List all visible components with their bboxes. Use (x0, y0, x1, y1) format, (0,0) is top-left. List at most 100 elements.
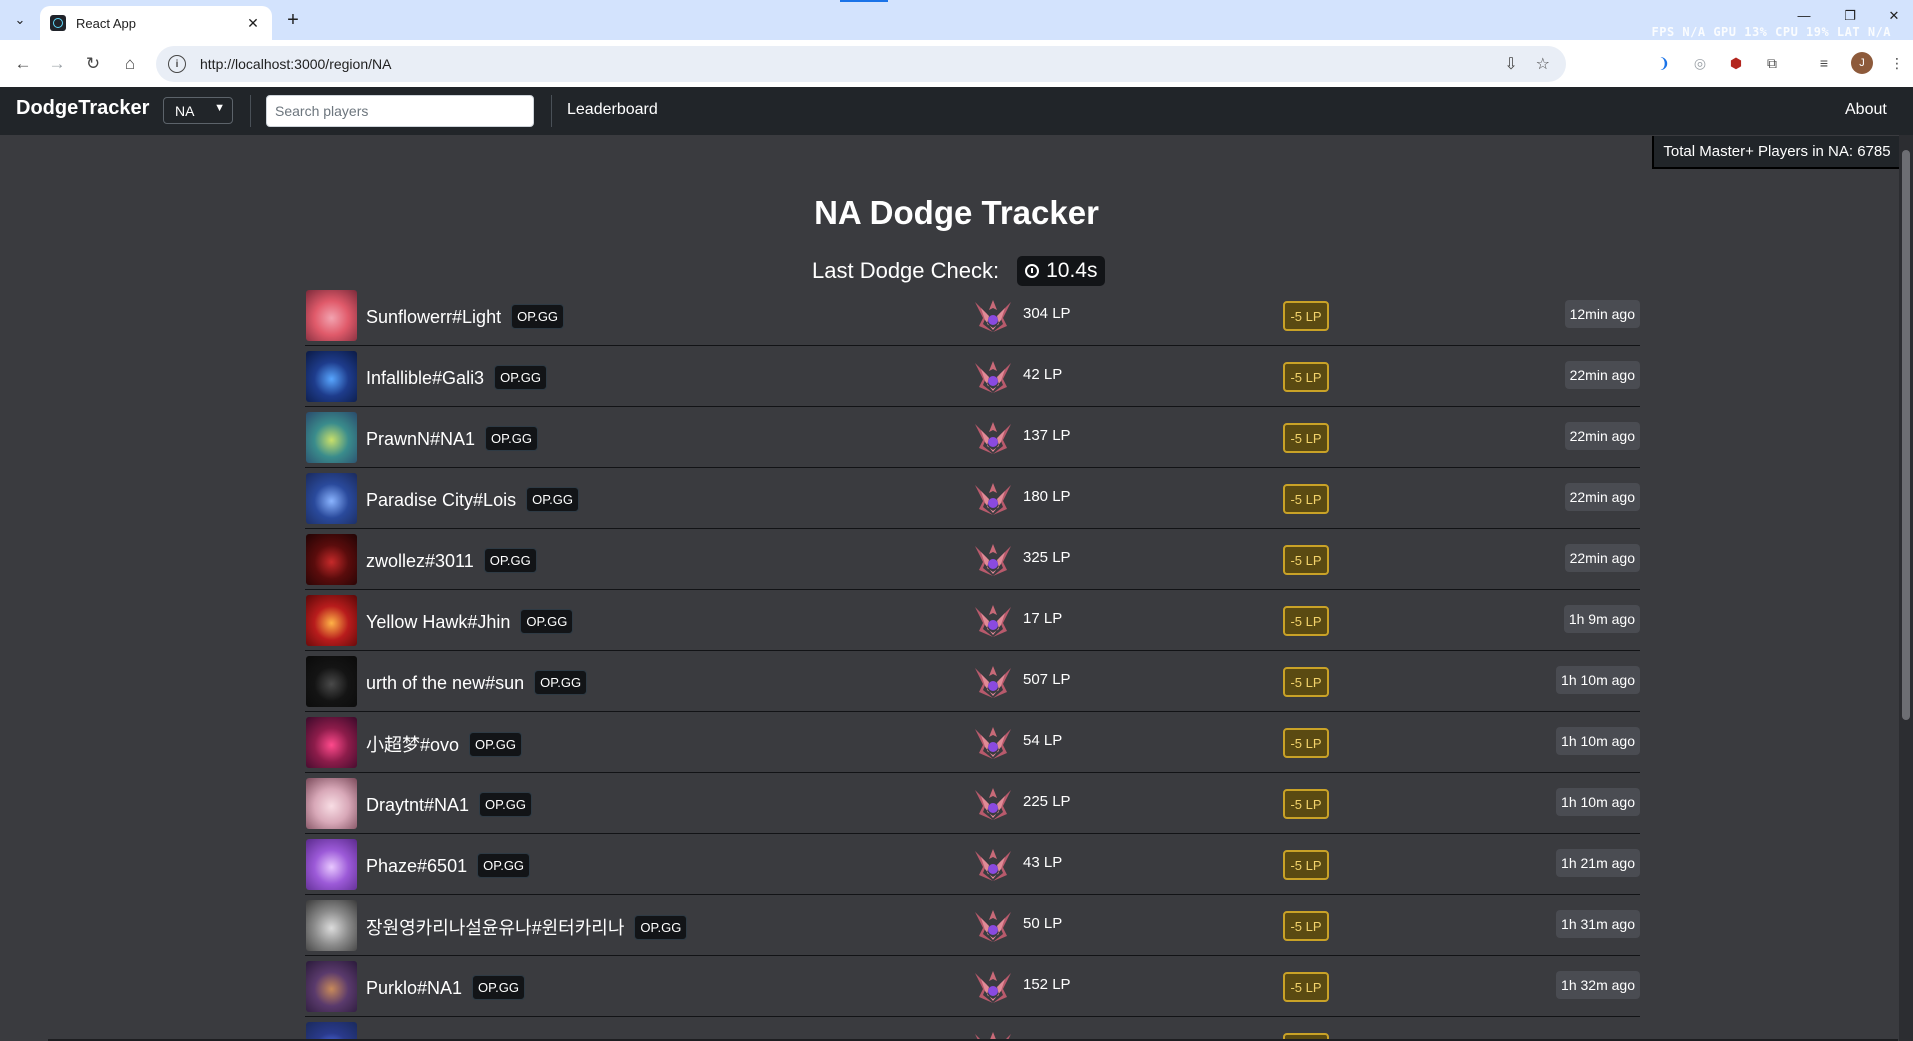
tab-search-icon[interactable]: ⌄ (8, 8, 32, 32)
player-name[interactable]: urth of the new#sun (366, 673, 524, 693)
home-icon[interactable]: ⌂ (117, 51, 143, 77)
tab-close-icon[interactable]: ✕ (244, 15, 262, 32)
player-lp: 54 LP (1023, 732, 1063, 749)
player-name-cell: Sunflowerr#Light OP.GG (366, 304, 565, 329)
opgg-link-button[interactable]: OP.GG (483, 548, 537, 573)
player-lp: 42 LP (1023, 366, 1063, 383)
profile-avatar[interactable]: J (1851, 52, 1873, 74)
minimize-icon[interactable]: — (1784, 8, 1824, 23)
reload-icon[interactable]: ↻ (80, 51, 106, 77)
dodge-row: Yellow Hawk#Jhin OP.GG 17 LP -5 LP 1h 9m ago (305, 590, 1640, 651)
window-close-icon[interactable]: ✕ (1874, 8, 1913, 24)
extension-toggle-icon[interactable]: ◎ (1688, 51, 1712, 75)
master-rank-emblem-icon (975, 483, 1011, 515)
dodge-row: Infallible#Gali3 OP.GG 42 LP -5 LP 22min ago (305, 346, 1640, 407)
master-rank-emblem-icon (975, 788, 1011, 820)
player-name[interactable]: 장원영카리나설윤유나#윈터카리나 (366, 918, 624, 938)
restore-icon[interactable]: ❐ (1830, 8, 1870, 24)
master-rank-emblem-icon (975, 300, 1011, 332)
player-lp: 507 LP (1023, 671, 1071, 688)
master-rank-emblem-icon (975, 544, 1011, 576)
scrollbar-thumb[interactable] (1902, 150, 1910, 720)
dodge-time-badge: 22min ago (1564, 422, 1640, 450)
browser-menu-icon[interactable]: ⋮ (1885, 51, 1909, 75)
opgg-link-button[interactable]: OP.GG (472, 975, 525, 1000)
dodge-time-badge: 1h 10m ago (1556, 666, 1640, 694)
total-players-badge: Total Master+ Players in NA: 6785 (1652, 136, 1902, 169)
media-control-icon[interactable]: ≡ (1812, 51, 1836, 75)
lp-loss-badge: -5 LP (1283, 972, 1329, 1002)
player-avatar (306, 595, 357, 646)
opgg-link-button[interactable]: OP.GG (534, 670, 588, 695)
brand-logo[interactable]: DodgeTracker (16, 97, 149, 120)
navbar-divider (250, 95, 251, 127)
dodge-time-badge: 1h 21m ago (1556, 849, 1640, 877)
stopwatch-icon (1025, 264, 1040, 278)
ublock-shield-icon[interactable]: ⬢ (1724, 51, 1748, 75)
nav-about-link[interactable]: About (1845, 101, 1887, 119)
opgg-link-button[interactable]: OP.GG (485, 426, 538, 451)
player-name[interactable]: Paradise City#Lois (366, 490, 516, 510)
opgg-link-button[interactable]: OP.GG (511, 304, 565, 329)
player-lp: 50 LP (1023, 915, 1063, 932)
opgg-link-button[interactable]: OP.GG (469, 732, 522, 757)
react-favicon-icon (50, 15, 66, 31)
player-name-cell: Purklo#NA1 OP.GG (366, 975, 525, 1000)
lp-loss-badge: -5 LP (1283, 850, 1329, 880)
bookmark-star-icon[interactable]: ☆ (1536, 54, 1550, 74)
player-lp: 17 LP (1023, 610, 1063, 627)
extensions-puzzle-icon[interactable]: ⧉ (1760, 51, 1784, 75)
player-name-cell: PrawnN#NA1 OP.GG (366, 426, 538, 451)
dodge-row: 小超梦#ovo OP.GG 54 LP -5 LP 1h 10m ago (305, 712, 1640, 773)
player-name[interactable]: Sunflowerr#Light (366, 307, 501, 327)
dodge-time-badge: 22min ago (1564, 483, 1640, 511)
forward-icon[interactable]: → (44, 51, 70, 77)
perf-overlay: FPS N/A GPU 13% CPU 19% LAT N/A (1651, 25, 1891, 39)
opgg-link-button[interactable]: OP.GG (477, 853, 531, 878)
navbar-divider (551, 95, 552, 127)
dodge-time-badge: 1h 10m ago (1556, 727, 1640, 755)
player-lp: 43 LP (1023, 854, 1063, 871)
player-lp: 304 LP (1023, 305, 1071, 322)
dodge-time-badge: 12min ago (1564, 300, 1640, 328)
opgg-link-button[interactable]: OP.GG (526, 487, 580, 512)
extension-wave-icon[interactable]: ❩ (1652, 51, 1676, 75)
master-rank-emblem-icon (975, 727, 1011, 759)
player-name-cell: Draytnt#NA1 OP.GG (366, 792, 532, 817)
player-search-input[interactable] (266, 95, 534, 127)
lp-loss-badge: -5 LP (1283, 545, 1329, 575)
player-name[interactable]: 小超梦#ovo (366, 735, 459, 755)
back-icon[interactable]: ← (10, 51, 36, 77)
site-info-icon[interactable]: i (168, 55, 186, 73)
dodge-time-badge: 1h 31m ago (1556, 910, 1640, 938)
player-name[interactable]: PrawnN#NA1 (366, 429, 475, 449)
install-app-icon[interactable]: ⇩ (1504, 54, 1517, 74)
address-bar[interactable]: i http://localhost:3000/region/NA ⇩ ☆ (156, 46, 1566, 82)
opgg-link-button[interactable]: OP.GG (520, 609, 574, 634)
last-check-timer: 10.4s (1017, 256, 1106, 286)
player-name[interactable]: Yellow Hawk#Jhin (366, 612, 510, 632)
player-avatar (306, 900, 357, 951)
player-name[interactable]: Phaze#6501 (366, 856, 467, 876)
player-lp: 325 LP (1023, 549, 1071, 566)
opgg-link-button[interactable]: OP.GG (479, 792, 532, 817)
player-name[interactable]: Draytnt#NA1 (366, 795, 469, 815)
nav-leaderboard-link[interactable]: Leaderboard (567, 101, 658, 119)
browser-tab-bar: ⌄ React App ✕ + — ❐ ✕ FPS N/A GPU 13% CP… (0, 0, 1913, 40)
player-lp: 225 LP (1023, 793, 1071, 810)
lp-loss-badge: -5 LP (1283, 667, 1329, 697)
player-name[interactable]: zwollez#3011 (366, 551, 474, 571)
master-rank-emblem-icon (975, 849, 1011, 881)
new-tab-button[interactable]: + (282, 9, 304, 31)
player-name[interactable]: Infallible#Gali3 (366, 368, 484, 388)
player-avatar (306, 961, 357, 1012)
player-name[interactable]: Purklo#NA1 (366, 978, 462, 998)
url-text[interactable]: http://localhost:3000/region/NA (200, 56, 391, 72)
browser-tab[interactable]: React App ✕ (40, 6, 272, 40)
dodge-row: Paradise City#Lois OP.GG 180 LP -5 LP 22min … (305, 468, 1640, 529)
opgg-link-button[interactable]: OP.GG (494, 365, 548, 390)
opgg-link-button[interactable]: OP.GG (634, 915, 688, 940)
region-select[interactable]: NA ▼ (163, 97, 233, 124)
player-avatar (306, 534, 357, 585)
dodge-row: zwollez#3011 OP.GG 325 LP -5 LP 22min ago (305, 529, 1640, 590)
